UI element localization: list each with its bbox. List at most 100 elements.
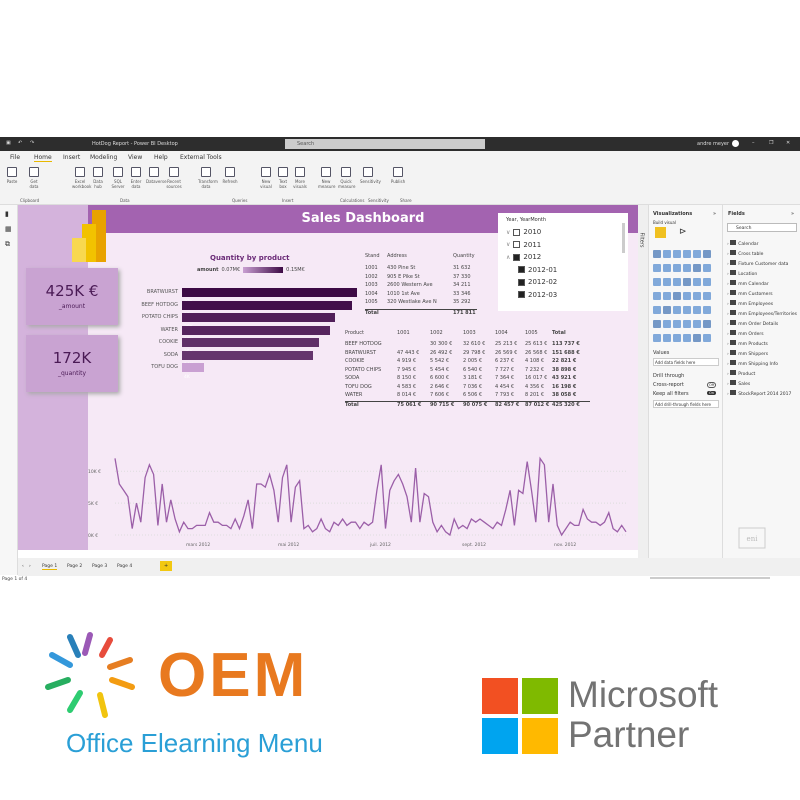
bar[interactable]: 31K <box>182 300 352 318</box>
visual-type-icon[interactable] <box>693 306 701 314</box>
visual-type-icon[interactable] <box>673 264 681 272</box>
ribbon-button-5[interactable]: Enter data <box>128 167 144 189</box>
ribbon-button-9[interactable]: Refresh <box>222 167 238 184</box>
checkbox[interactable] <box>513 228 521 236</box>
ribbon-button-11[interactable]: Text box <box>275 167 291 189</box>
next-page-icon[interactable]: › <box>29 564 31 569</box>
menu-tab-insert[interactable]: Insert <box>63 154 80 161</box>
chevron-down-icon[interactable]: ∨ <box>506 229 510 236</box>
collapse-icon[interactable]: » <box>713 211 716 217</box>
checkbox-checked[interactable] <box>518 266 525 273</box>
field-table-item[interactable]: › StockReport 2014 2017 <box>727 390 791 397</box>
checkbox-checked[interactable] <box>518 278 525 286</box>
visual-type-icon[interactable] <box>653 334 661 342</box>
visual-type-icon[interactable] <box>653 306 661 314</box>
field-table-item[interactable]: › Location <box>727 270 757 277</box>
column-header[interactable]: Stand <box>365 253 380 259</box>
page-tab-2[interactable]: Page 2 <box>67 564 82 569</box>
visual-type-icon[interactable] <box>693 334 701 342</box>
field-table-item[interactable]: › mm Shippers <box>727 350 768 357</box>
bar[interactable]: 32K <box>182 288 357 305</box>
zoom-slider[interactable] <box>650 577 770 579</box>
collapse-icon[interactable]: » <box>791 211 794 217</box>
column-header[interactable]: Address <box>387 253 407 259</box>
keep-filters-toggle[interactable]: On <box>707 391 716 395</box>
visual-type-icon[interactable] <box>653 264 661 272</box>
column-header[interactable]: 1005 <box>525 330 538 336</box>
column-header[interactable]: 1001 <box>397 330 410 336</box>
prev-page-icon[interactable]: ‹ <box>22 564 24 569</box>
slicer-scrollbar[interactable] <box>622 223 625 253</box>
visual-type-icon[interactable] <box>663 250 671 258</box>
fields-search-input[interactable]: Search <box>727 223 797 232</box>
build-visual-icon[interactable] <box>655 227 666 238</box>
visual-type-icon[interactable] <box>683 264 691 272</box>
ribbon-button-10[interactable]: New visual <box>258 167 274 189</box>
field-table-item[interactable]: › mm Order Details <box>727 320 778 327</box>
column-header[interactable]: Total <box>552 330 566 336</box>
visual-type-icon[interactable] <box>703 264 711 272</box>
visual-type-icon[interactable] <box>693 278 701 286</box>
field-table-item[interactable]: › mm Products <box>727 340 768 347</box>
ribbon-button-1[interactable]: Get data <box>26 167 42 189</box>
ribbon-button-3[interactable]: Data hub <box>90 167 106 189</box>
ribbon-button-6[interactable]: Dataverse <box>146 167 167 184</box>
visual-type-icon[interactable] <box>703 250 711 258</box>
visual-type-icon[interactable] <box>663 306 671 314</box>
visual-type-icon[interactable] <box>693 264 701 272</box>
visual-type-icon[interactable] <box>683 292 691 300</box>
ribbon-button-2[interactable]: Excel workbook <box>72 167 91 189</box>
visual-type-icon[interactable] <box>653 292 661 300</box>
menu-tab-view[interactable]: View <box>128 154 142 161</box>
visual-type-icon[interactable] <box>653 320 661 328</box>
visual-type-icon[interactable] <box>703 306 711 314</box>
data-view-icon[interactable]: ▦ <box>5 225 12 233</box>
checkbox-checked[interactable] <box>513 253 521 261</box>
filters-pane-collapsed[interactable]: Filters <box>638 205 648 575</box>
ribbon-button-7[interactable]: Recent sources <box>166 167 182 189</box>
field-table-item[interactable]: › mm Orders <box>727 330 764 337</box>
visual-type-icon[interactable] <box>683 250 691 258</box>
ribbon-button-12[interactable]: More visuals <box>292 167 308 189</box>
model-view-icon[interactable]: ⧉ <box>5 240 10 249</box>
visual-type-icon[interactable] <box>663 320 671 328</box>
ribbon-button-14[interactable]: Quick measure <box>338 167 355 189</box>
visual-type-icon[interactable] <box>673 334 681 342</box>
ribbon-button-4[interactable]: SQL Server <box>110 167 126 189</box>
slicer-item[interactable]: ∨ 2011 <box>506 241 541 249</box>
visual-type-icon[interactable] <box>693 320 701 328</box>
page-tab-1[interactable]: Page 1 <box>42 564 58 570</box>
restore-button[interactable]: ❐ <box>769 140 773 146</box>
field-table-item[interactable]: › mm Shipping Info <box>727 360 778 367</box>
undo-icon[interactable]: ↶ <box>18 140 22 146</box>
bar[interactable]: 25K <box>182 338 319 355</box>
drill-drop-zone[interactable]: Add drill-through fields here <box>653 400 719 408</box>
menu-tab-modeling[interactable]: Modeling <box>90 154 117 161</box>
ribbon-button-16[interactable]: Publish <box>390 167 406 184</box>
visual-type-icon[interactable] <box>703 292 711 300</box>
column-header[interactable]: Quantity <box>453 253 475 259</box>
chevron-down-icon[interactable]: ∨ <box>506 241 510 248</box>
slicer-item[interactable]: ∧ 2012 <box>506 253 541 261</box>
save-icon[interactable]: ▣ <box>6 140 11 146</box>
visual-type-icon[interactable] <box>703 334 711 342</box>
add-page-button[interactable]: + <box>160 561 173 571</box>
column-header[interactable]: Product <box>345 330 364 336</box>
minimize-button[interactable]: – <box>752 140 755 146</box>
cross-report-toggle[interactable]: Off <box>707 382 717 388</box>
visual-type-icon[interactable] <box>663 278 671 286</box>
search-input[interactable]: Search <box>285 139 485 149</box>
visual-type-icon[interactable] <box>693 292 701 300</box>
field-table-item[interactable]: › Calendar <box>727 240 758 247</box>
visual-type-icon[interactable] <box>683 306 691 314</box>
visual-type-icon[interactable] <box>683 320 691 328</box>
menu-tab-home[interactable]: Home <box>34 154 52 162</box>
visual-type-icon[interactable] <box>653 278 661 286</box>
ribbon-button-13[interactable]: New measure <box>318 167 335 189</box>
visual-type-icon[interactable] <box>663 292 671 300</box>
menu-tab-external-tools[interactable]: External Tools <box>180 154 222 161</box>
checkbox-checked[interactable] <box>518 291 525 298</box>
visual-type-icon[interactable] <box>673 292 681 300</box>
slicer-item[interactable]: 2012-03 <box>518 291 557 299</box>
chevron-up-icon[interactable]: ∧ <box>506 254 510 261</box>
